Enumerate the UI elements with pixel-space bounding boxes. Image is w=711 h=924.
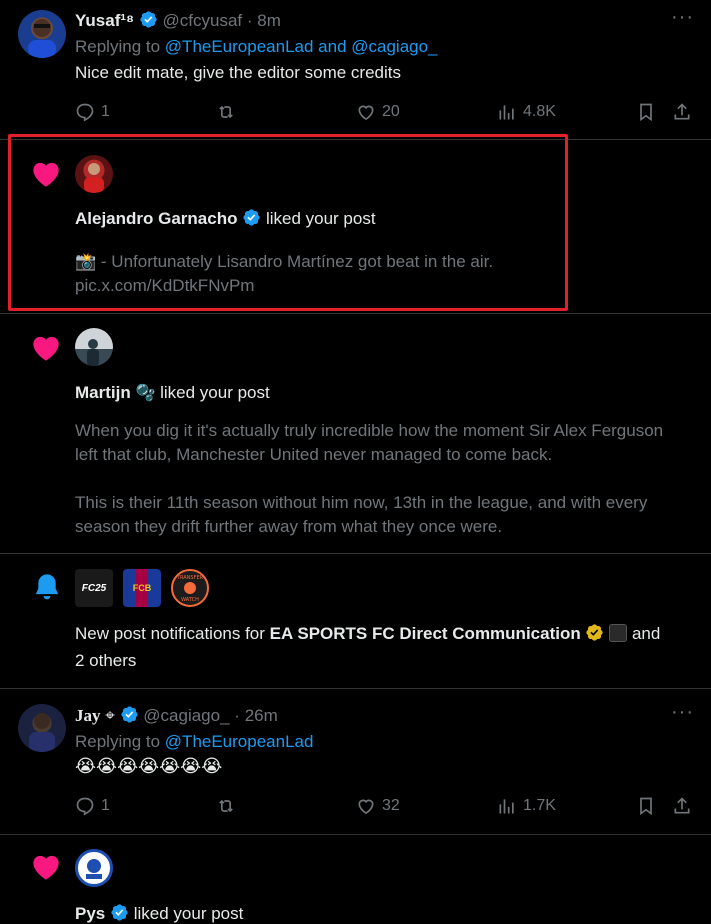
reply-icon bbox=[76, 103, 94, 122]
repost-icon bbox=[219, 799, 233, 813]
fcb-logo[interactable]: FCB bbox=[123, 569, 161, 607]
bubbles-emoji: 🫧 bbox=[135, 385, 156, 402]
avatar[interactable] bbox=[75, 328, 113, 366]
like-action-text: liked your post bbox=[160, 383, 270, 402]
author-name[interactable]: Jay bbox=[75, 706, 101, 725]
verified-badge-icon bbox=[120, 706, 138, 723]
notification-like-garnacho[interactable]: Alejandro Garnacho liked your post 📸 - U… bbox=[0, 140, 711, 314]
reply-icon bbox=[76, 797, 94, 816]
timestamp[interactable]: 8m bbox=[257, 11, 281, 30]
notif-account-name[interactable]: EA SPORTS FC Direct Communication bbox=[270, 624, 581, 643]
svg-text:TRANSFER: TRANSFER bbox=[176, 575, 204, 581]
fc25-logo[interactable]: FC25 bbox=[75, 569, 113, 607]
reply-count: 1 bbox=[101, 103, 110, 120]
repost-button[interactable] bbox=[215, 796, 243, 816]
transfer-watch-logo[interactable]: TRANSFER WATCH bbox=[171, 569, 209, 607]
author-handle[interactable]: @cfcyusaf bbox=[163, 11, 243, 30]
notification-like-pys[interactable]: Pys liked your post bbox=[0, 835, 711, 924]
reply-count: 1 bbox=[101, 797, 110, 814]
share-button[interactable] bbox=[672, 102, 698, 122]
like-count: 32 bbox=[382, 797, 400, 814]
camera-emoji: 📸 bbox=[75, 252, 97, 271]
tweet-text: Nice edit mate, give the editor some cre… bbox=[75, 63, 401, 82]
liker-name[interactable]: Martijn bbox=[75, 383, 131, 402]
liked-post-text: - Unfortunately Lisandro Martínez got be… bbox=[100, 252, 494, 271]
repost-button[interactable] bbox=[215, 102, 243, 122]
notification-new-posts[interactable]: FC25 FCB TRANSFER WATCH New post notifica… bbox=[0, 554, 711, 689]
like-count: 20 bbox=[382, 103, 400, 120]
bell-icon bbox=[35, 574, 59, 600]
view-count: 4.8K bbox=[523, 103, 556, 120]
timestamp[interactable]: 26m bbox=[245, 706, 278, 725]
analytics-icon bbox=[499, 105, 514, 120]
liked-post-link[interactable]: pic.x.com/KdDtkFNvPm bbox=[75, 274, 254, 298]
share-icon bbox=[674, 103, 690, 120]
heart-filled-icon bbox=[33, 855, 59, 880]
more-options-icon[interactable]: ··· bbox=[671, 701, 694, 724]
avatar[interactable] bbox=[18, 10, 66, 58]
repost-icon bbox=[219, 105, 233, 119]
crosshair-symbol: ⌖ bbox=[105, 706, 115, 725]
liked-post-paragraph-2: This is their 11th season without him no… bbox=[75, 493, 648, 536]
verified-badge-icon bbox=[140, 11, 157, 28]
replying-prefix: Replying to bbox=[75, 37, 161, 56]
notification-like-martijn[interactable]: Martijn 🫧 liked your post When you dig i… bbox=[0, 314, 711, 554]
like-action-text: liked your post bbox=[265, 209, 376, 228]
verified-badge-icon bbox=[243, 209, 260, 226]
views-button[interactable]: 4.8K bbox=[497, 102, 556, 122]
reply-button[interactable]: 1 bbox=[75, 796, 110, 816]
liker-name[interactable]: Alejandro Garnacho bbox=[75, 209, 237, 228]
share-icon bbox=[674, 797, 690, 814]
like-action-text: liked your post bbox=[133, 904, 244, 923]
view-count: 1.7K bbox=[523, 797, 556, 814]
reply-tweet-jay[interactable]: Jay ⌖ @cagiago_ · 26m ··· Replying to @T… bbox=[0, 689, 711, 835]
reply-tweet-yusaf[interactable]: Yusaf¹⁸ @cfcyusaf · 8m ··· Replying to @… bbox=[0, 0, 711, 140]
notif-others[interactable]: 2 others bbox=[75, 651, 136, 671]
replying-to-link[interactable]: @TheEuropeanLad bbox=[165, 732, 314, 751]
gold-verified-badge-icon bbox=[586, 624, 604, 641]
bookmark-button[interactable] bbox=[636, 796, 662, 816]
bookmark-icon bbox=[640, 797, 652, 816]
like-button[interactable]: 20 bbox=[356, 102, 400, 122]
liked-post-paragraph-1: When you dig it it's actually truly incr… bbox=[75, 421, 664, 464]
notif-suffix: and bbox=[631, 624, 661, 643]
heart-filled-icon bbox=[33, 336, 59, 361]
replying-to-link[interactable]: @TheEuropeanLad and @cagiago_ bbox=[165, 37, 438, 56]
bookmark-icon bbox=[640, 103, 652, 122]
author-name[interactable]: Yusaf¹⁸ bbox=[75, 11, 134, 30]
share-button[interactable] bbox=[672, 796, 698, 816]
notif-prefix: New post notifications for bbox=[75, 624, 265, 643]
replying-prefix: Replying to bbox=[75, 732, 161, 751]
bookmark-button[interactable] bbox=[636, 102, 662, 122]
heart-outline-icon bbox=[358, 799, 374, 815]
avatar[interactable] bbox=[18, 704, 66, 752]
views-button[interactable]: 1.7K bbox=[497, 796, 556, 816]
reply-button[interactable]: 1 bbox=[75, 102, 110, 122]
svg-text:WATCH: WATCH bbox=[181, 597, 199, 603]
avatar[interactable] bbox=[75, 155, 113, 193]
heart-outline-icon bbox=[358, 105, 374, 121]
analytics-icon bbox=[499, 799, 514, 814]
tweet-emojis: 😭😭😭😭😭😭😭 bbox=[75, 756, 223, 776]
author-handle[interactable]: @cagiago_ bbox=[143, 706, 229, 725]
more-options-icon[interactable]: ··· bbox=[671, 6, 694, 29]
liker-name[interactable]: Pys bbox=[75, 904, 105, 923]
like-button[interactable]: 32 bbox=[356, 796, 400, 816]
affiliate-badge-icon bbox=[609, 624, 628, 642]
avatar[interactable] bbox=[75, 849, 113, 887]
heart-filled-icon bbox=[33, 162, 59, 187]
verified-badge-icon bbox=[111, 904, 128, 921]
